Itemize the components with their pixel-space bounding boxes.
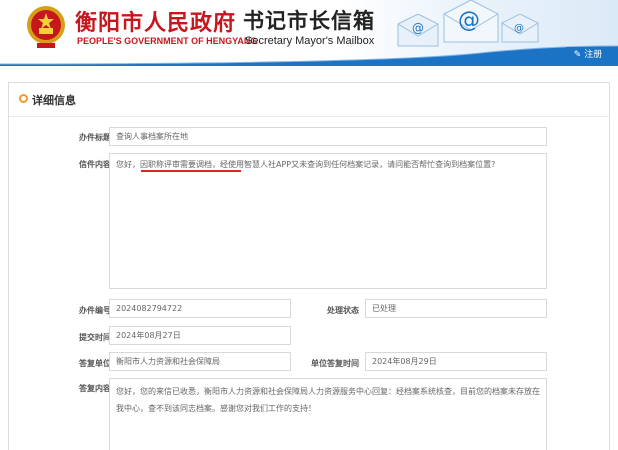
highlight-underline (141, 170, 241, 172)
register-label: 注册 (584, 50, 603, 60)
circle-bullet-icon (19, 94, 28, 103)
reply-unit-label: 答复单位 (79, 359, 111, 368)
reply-time-label: 单位答复时间 (311, 359, 359, 368)
panel-header: 详细信息 (9, 83, 609, 117)
reply-content-label: 答复内容 (79, 384, 111, 393)
svg-text:@: @ (514, 23, 524, 34)
reply-unit-field: 衡阳市人力资源和社会保障局 (109, 352, 291, 371)
envelope-icon: @ (501, 14, 539, 43)
content-field: 您好，因职称评审需要调档，经使用智慧人社APP又未查询到任何档案记录，请问能否帮… (109, 153, 547, 289)
government-title: 衡阳市人民政府 (75, 10, 237, 36)
content-label: 信件内容 (79, 160, 111, 169)
case-number-label: 办件编号 (79, 306, 111, 315)
status-field: 已处理 (365, 299, 547, 318)
panel-title: 详细信息 (32, 94, 76, 107)
case-number-field: 2024082794722 (109, 299, 291, 318)
detail-panel: 详细信息 办件标题 查询人事档案所在地 信件内容 您好，因职称评审需要调档，经使… (8, 82, 610, 450)
envelope-icon: @ (397, 14, 439, 47)
mailbox-title: 书记市长信箱 (243, 9, 375, 33)
reply-content-field: 您好，您的来信已收悉，衡阳市人力资源和社会保障局人力资源服务中心回复：经档案系统… (109, 378, 547, 450)
submit-time-label: 提交时间 (79, 333, 111, 342)
subject-field: 查询人事档案所在地 (109, 127, 547, 146)
reply-time-field: 2024年08月29日 (365, 352, 547, 371)
svg-text:@: @ (412, 21, 424, 35)
header-blue-bar (0, 45, 618, 66)
subject-label: 办件标题 (79, 133, 111, 142)
edit-icon: ✎ (573, 50, 582, 60)
svg-text:@: @ (458, 8, 480, 33)
status-label: 处理状态 (327, 306, 359, 315)
submit-time-field: 2024年08月27日 (109, 326, 291, 345)
register-button[interactable]: ✎ 注册 (566, 47, 610, 63)
envelope-icon: @ (443, 0, 499, 43)
